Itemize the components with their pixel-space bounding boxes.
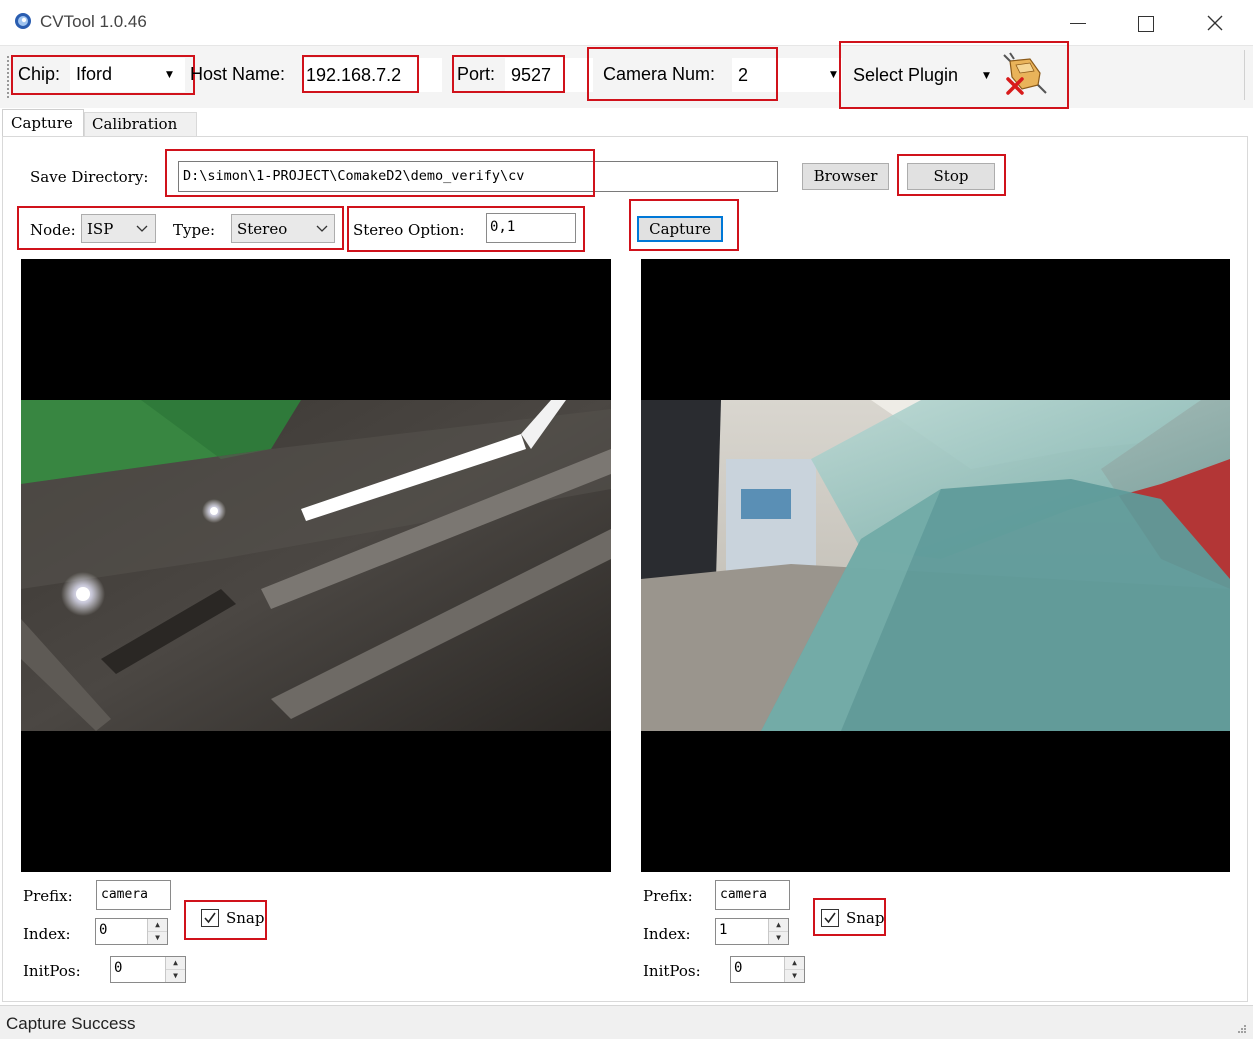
save-directory-value: D:\simon\1-PROJECT\ComakeD2\demo_verify\… <box>183 168 525 184</box>
host-name-label: Host Name: <box>190 64 286 84</box>
toolbar-right-edge <box>1244 50 1245 100</box>
plugin-dropdown-arrow-icon[interactable]: ▼ <box>983 71 990 81</box>
camera-num-label: Camera Num: <box>603 64 716 84</box>
title-bar: CVTool 1.0.46 <box>0 0 1253 46</box>
camera-num-value: 2 <box>738 65 749 85</box>
prefix-value-right: camera <box>720 887 767 902</box>
maximize-button[interactable] <box>1126 8 1164 38</box>
chip-value: Iford <box>76 64 113 84</box>
camera-view-left <box>21 259 611 872</box>
chevron-down-icon <box>316 225 328 232</box>
camera-num-select[interactable]: 2 ▼ <box>732 58 842 92</box>
plugin-remove-icon[interactable] <box>1000 51 1050 99</box>
snap-checkbox-left[interactable] <box>201 909 219 927</box>
tab-capture[interactable]: Capture <box>2 109 84 137</box>
tab-calibration[interactable]: Calibration <box>84 112 197 136</box>
chevron-down-icon: ▼ <box>830 70 837 80</box>
chevron-down-icon <box>136 225 148 232</box>
prefix-value-left: camera <box>101 887 148 902</box>
browser-button[interactable]: Browser <box>802 163 889 190</box>
app-logo-icon <box>14 12 32 30</box>
prefix-input-left[interactable]: camera <box>96 880 171 910</box>
initpos-label-right: InitPos: <box>643 962 701 980</box>
node-label: Node: <box>30 221 76 239</box>
status-bar: Capture Success <box>0 1005 1253 1039</box>
snap-checkbox-right[interactable] <box>821 909 839 927</box>
index-spinbox-right[interactable]: 1 ▲ ▼ <box>715 918 789 945</box>
save-directory-input[interactable]: D:\simon\1-PROJECT\ComakeD2\demo_verify\… <box>178 161 778 192</box>
close-button[interactable] <box>1196 8 1234 38</box>
host-name-value: 192.168.7.2 <box>306 65 402 85</box>
prefix-label-right: Prefix: <box>643 887 693 905</box>
index-stepper-right[interactable]: ▲ ▼ <box>768 919 788 944</box>
stereo-option-input[interactable]: 0,1 <box>486 213 576 243</box>
tab-calibration-label: Calibration <box>92 115 178 133</box>
type-select[interactable]: Stereo <box>231 214 335 243</box>
initpos-value-left: 0 <box>114 960 123 976</box>
initpos-spinbox-right[interactable]: 0 ▲ ▼ <box>730 956 805 983</box>
capture-button-label: Capture <box>649 220 711 238</box>
chevron-down-icon: ▼ <box>166 70 173 80</box>
initpos-spinbox-left[interactable]: 0 ▲ ▼ <box>110 956 186 983</box>
index-spinbox-left[interactable]: 0 ▲ ▼ <box>95 918 168 945</box>
minimize-button[interactable] <box>1058 8 1096 38</box>
save-directory-label: Save Directory: <box>30 168 149 186</box>
checkmark-icon <box>204 912 216 924</box>
initpos-label-left: InitPos: <box>23 962 81 980</box>
prefix-label-left: Prefix: <box>23 887 73 905</box>
stop-button[interactable]: Stop <box>907 163 995 190</box>
node-value: ISP <box>87 220 114 238</box>
index-value-right: 1 <box>719 922 728 938</box>
snap-label-left: Snap <box>226 909 265 927</box>
initpos-stepper-right[interactable]: ▲ ▼ <box>784 957 804 982</box>
port-label: Port: <box>457 64 496 84</box>
type-value: Stereo <box>237 220 288 238</box>
stop-button-label: Stop <box>933 167 969 185</box>
browser-button-label: Browser <box>813 167 878 185</box>
camera-view-right <box>641 259 1230 872</box>
node-select[interactable]: ISP <box>81 214 156 243</box>
port-input[interactable]: 9527 <box>505 58 593 92</box>
tab-capture-label: Capture <box>11 114 73 132</box>
chip-label: Chip: <box>18 64 61 84</box>
initpos-stepper-left[interactable]: ▲ ▼ <box>165 957 185 982</box>
stereo-option-value: 0,1 <box>490 219 516 235</box>
index-label-right: Index: <box>643 925 691 943</box>
chip-select[interactable]: Iford ▼ <box>70 58 185 92</box>
window-title: CVTool 1.0.46 <box>40 12 147 31</box>
checkmark-icon <box>824 912 836 924</box>
resize-grip-icon[interactable] <box>1233 1021 1247 1035</box>
snap-label-right: Snap <box>846 909 885 927</box>
port-value: 9527 <box>511 65 552 85</box>
host-name-input[interactable]: 192.168.7.2 <box>302 58 442 92</box>
index-label-left: Index: <box>23 925 71 943</box>
status-text: Capture Success <box>6 1014 136 1033</box>
initpos-value-right: 0 <box>734 960 743 976</box>
type-label: Type: <box>173 221 216 239</box>
index-stepper-left[interactable]: ▲ ▼ <box>147 919 167 944</box>
stereo-option-label: Stereo Option: <box>353 221 465 239</box>
prefix-input-right[interactable]: camera <box>715 880 790 910</box>
select-plugin-label[interactable]: Select Plugin <box>853 65 958 86</box>
capture-button[interactable]: Capture <box>637 216 723 242</box>
toolbar-grip <box>7 56 11 98</box>
index-value-left: 0 <box>99 922 108 938</box>
